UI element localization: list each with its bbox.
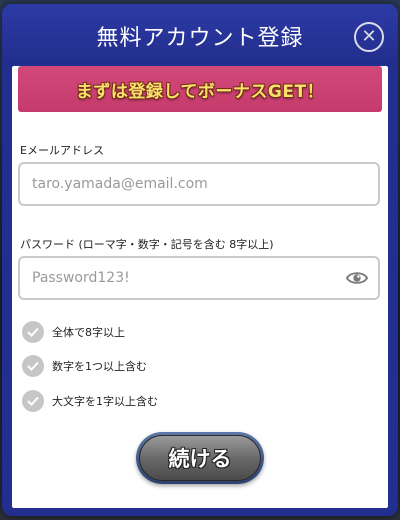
modal-title: 無料アカウント登録 [96, 26, 304, 51]
continue-label: 続ける [168, 447, 232, 471]
email-label: Eメールアドレス [20, 144, 104, 157]
continue-button-face[interactable]: 続ける [139, 435, 261, 481]
requirement-item: 大文字を1字以上含む [22, 390, 158, 412]
signup-modal: 無料アカウント登録 ✕ まずは登録してボーナスGET！ Eメールアドレス パスワ… [2, 4, 398, 516]
requirement-text: 大文字を1字以上含む [52, 395, 158, 408]
promo-banner: まずは登録してボーナスGET！ [18, 66, 382, 112]
eye-icon[interactable] [346, 269, 368, 287]
close-button[interactable]: ✕ [354, 22, 384, 52]
modal-header: 無料アカウント登録 ✕ [2, 4, 398, 64]
requirement-text: 数字を1つ以上含む [52, 360, 147, 373]
requirement-text: 全体で8字以上 [52, 326, 125, 339]
promo-text: まずは登録してボーナスGET！ [75, 81, 325, 102]
password-field-box[interactable] [18, 256, 380, 300]
continue-button[interactable]: 続ける [136, 432, 264, 484]
form-panel: まずは登録してボーナスGET！ Eメールアドレス パスワード (ローマ字・数字・… [12, 66, 388, 508]
close-icon: ✕ [361, 26, 377, 47]
requirement-item: 数字を1つ以上含む [22, 355, 147, 377]
requirement-item: 全体で8字以上 [22, 321, 125, 343]
email-field[interactable] [32, 164, 332, 204]
check-icon [22, 390, 44, 412]
check-icon [22, 355, 44, 377]
email-field-box[interactable] [18, 162, 380, 206]
password-label: パスワード (ローマ字・数字・記号を含む 8字以上) [20, 238, 274, 251]
password-field[interactable] [32, 258, 332, 298]
check-icon [22, 321, 44, 343]
